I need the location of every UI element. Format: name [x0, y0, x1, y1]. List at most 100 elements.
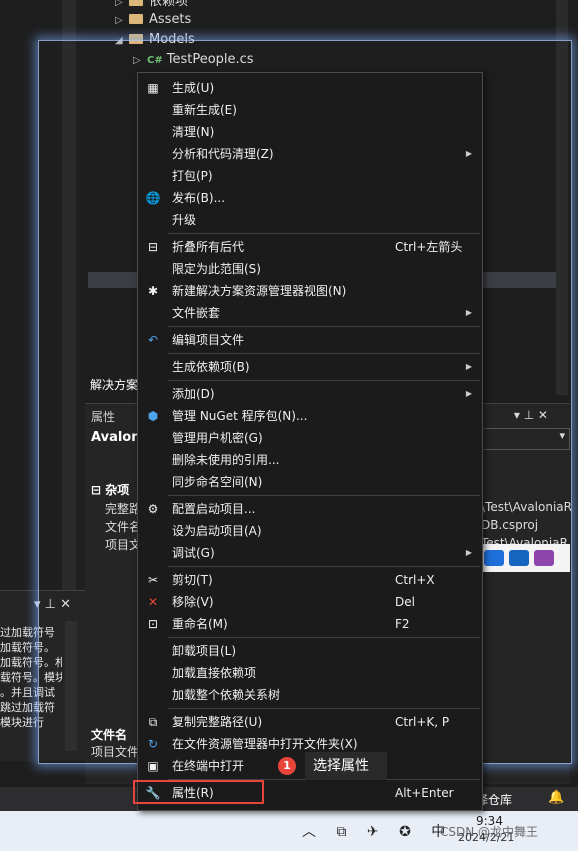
property-name[interactable]: 项目文 [105, 536, 141, 553]
tree-item-label: Models [149, 32, 195, 47]
menu-item[interactable]: 重新生成(E) [138, 99, 482, 121]
expand-toggle-icon[interactable]: ▷ [133, 51, 147, 71]
output-line: 过加载符号 [0, 626, 55, 639]
menu-item-shortcut: Ctrl+左箭头 [395, 240, 463, 254]
menu-item[interactable]: 文件嵌套 ▶ [138, 302, 482, 324]
system-tray-icons[interactable]: ︿ ⧉ ✈ ✪ 中 [302, 821, 453, 841]
output-line: 载符号。模块 [0, 671, 62, 684]
output-window: ▾ ⊥ ✕ 过加载符号 加载符号。 加载符号。札 载符号。模块 。并且调试 跳过加载符 模块… [0, 590, 85, 761]
menu-item-label: 添加(D) [172, 387, 215, 401]
menu-item-label: 生成(U) [172, 81, 215, 95]
annotation-callout: 选择属性 [305, 752, 387, 780]
menu-item[interactable]: 清理(N) [138, 121, 482, 143]
menu-item[interactable]: ✕ 移除(V) Del [138, 591, 482, 613]
submenu-arrow-icon: ▶ [465, 149, 472, 158]
menu-item[interactable]: ✱ 新建解决方案资源管理器视图(N) [138, 280, 482, 302]
menu-item[interactable]: 🌐 发布(B)... [138, 187, 482, 209]
menu-item-label: 剪切(T) [172, 573, 213, 587]
property-value[interactable]: \Test\AvaloniaR [481, 500, 572, 514]
menu-separator [168, 495, 480, 496]
menu-item-label: 同步命名空间(N) [172, 475, 263, 489]
menu-item[interactable]: 分析和代码清理(Z) ▶ [138, 143, 482, 165]
output-scrollbar[interactable] [65, 621, 77, 751]
menu-item-label: 管理用户机密(G) [172, 431, 263, 445]
notification-bell-icon[interactable]: 🔔 [548, 790, 564, 805]
menu-item-label: 编辑项目文件 [172, 333, 245, 347]
menu-item[interactable]: 限定为此范围(S) [138, 258, 482, 280]
menu-item[interactable]: 设为启动项目(A) [138, 520, 482, 542]
menu-item[interactable]: ⊟ 折叠所有后代 Ctrl+左箭头 [138, 236, 482, 258]
menu-item[interactable]: 删除未使用的引用... [138, 449, 482, 471]
menu-item-label: 管理 NuGet 程序包(N)... [172, 409, 308, 423]
clock-time[interactable]: 9:34 [476, 814, 503, 828]
folder-icon [129, 14, 143, 24]
taskbar: ︿ ⧉ ✈ ✪ 中 CSDN @龙中舞王 9:34 2024/2/21 [0, 811, 578, 851]
menu-item[interactable]: 卸载项目(L) [138, 640, 482, 662]
tab-solution-explorer[interactable]: 解决方案 [85, 375, 142, 395]
menu-item[interactable]: ▦ 生成(U) [138, 77, 482, 99]
property-name[interactable]: 完整路 [105, 500, 141, 517]
solution-scrollbar[interactable] [556, 0, 568, 395]
tree-item[interactable]: ▷ C# TestPeople.cs [133, 50, 254, 70]
menu-item-label: 发布(B)... [172, 191, 226, 205]
menu-item-label: 折叠所有后代 [172, 240, 245, 254]
skin-icon[interactable] [534, 550, 554, 566]
menu-item-shortcut: Alt+Enter [395, 786, 454, 800]
menu-item[interactable]: ✂ 剪切(T) Ctrl+X [138, 569, 482, 591]
submenu-arrow-icon: ▶ [465, 362, 472, 371]
menu-item-label: 清理(N) [172, 125, 215, 139]
menu-item-label: 分析和代码清理(Z) [172, 147, 274, 161]
menu-item-shortcut: F2 [395, 617, 410, 631]
menu-item[interactable]: 同步命名空间(N) [138, 471, 482, 493]
menu-item[interactable]: ⬢ 管理 NuGet 程序包(N)... [138, 405, 482, 427]
output-line: 跳过加载符 [0, 701, 55, 714]
menu-item[interactable]: 生成依赖项(B) ▶ [138, 356, 482, 378]
gear-icon: ⚙ [147, 502, 159, 516]
output-line: 加载符号。札 [0, 656, 62, 669]
output-line: 。并且调试 [0, 686, 55, 699]
folder-icon [129, 34, 143, 44]
menu-item[interactable]: 打包(P) [138, 165, 482, 187]
menu-item[interactable]: ↶ 编辑项目文件 [138, 329, 482, 351]
mic-icon[interactable] [484, 550, 504, 566]
csharp-file-icon: C# [147, 55, 163, 66]
clock-date[interactable]: 2024/2/21 [458, 831, 514, 844]
menu-separator [168, 566, 480, 567]
tree-item[interactable]: ◢ Models [115, 30, 195, 50]
description-title: 文件名 [91, 728, 128, 742]
menu-item-label: 卸载项目(L) [172, 644, 237, 658]
expand-toggle-icon[interactable]: ▷ [115, 11, 129, 31]
property-value[interactable]: DB.csproj [481, 518, 538, 532]
submenu-arrow-icon: ▶ [465, 548, 472, 557]
menu-item[interactable]: 添加(D) ▶ [138, 383, 482, 405]
menu-item-label: 限定为此范围(S) [172, 262, 261, 276]
menu-item[interactable]: ⚙ 配置启动项目... [138, 498, 482, 520]
submenu-arrow-icon: ▶ [465, 389, 472, 398]
tree-item-label: 依赖项 [149, 0, 189, 9]
properties-highlight-box [133, 780, 264, 804]
ime-toolbar[interactable] [480, 544, 570, 572]
menu-item[interactable]: 管理用户机密(G) [138, 427, 482, 449]
menu-item-label: 生成依赖项(B) [172, 360, 250, 374]
menu-item[interactable]: ⊡ 重命名(M) F2 [138, 613, 482, 635]
property-name[interactable]: 文件名 [105, 518, 141, 535]
menu-item-label: 重新生成(E) [172, 103, 237, 117]
menu-item-label: 重命名(M) [172, 617, 228, 631]
output-window-toolbar[interactable]: ▾ ⊥ ✕ [34, 597, 71, 612]
menu-item-label: 配置启动项目... [172, 502, 256, 516]
expand-toggle-icon[interactable]: ◢ [115, 31, 129, 51]
menu-item[interactable]: 加载整个依赖关系树 [138, 684, 482, 706]
properties-category[interactable]: ⊟ 杂项 [91, 481, 129, 498]
menu-item-label: 新建解决方案资源管理器视图(N) [172, 284, 347, 298]
tree-item[interactable]: ▷ Assets [115, 10, 191, 30]
menu-item[interactable]: ⧉ 复制完整路径(U) Ctrl+K, P [138, 711, 482, 733]
menu-item[interactable]: 调试(G) ▶ [138, 542, 482, 564]
keyboard-icon[interactable] [509, 550, 529, 566]
left-scrollbar[interactable] [62, 0, 76, 590]
remove-icon: ✕ [147, 595, 159, 609]
menu-item[interactable]: 升级 [138, 209, 482, 231]
menu-separator [168, 233, 480, 234]
properties-toolbar[interactable]: ▾ ⊥ ✕ [514, 408, 548, 422]
menu-item[interactable]: 加载直接依赖项 [138, 662, 482, 684]
menu-item-label: 加载直接依赖项 [172, 666, 257, 680]
